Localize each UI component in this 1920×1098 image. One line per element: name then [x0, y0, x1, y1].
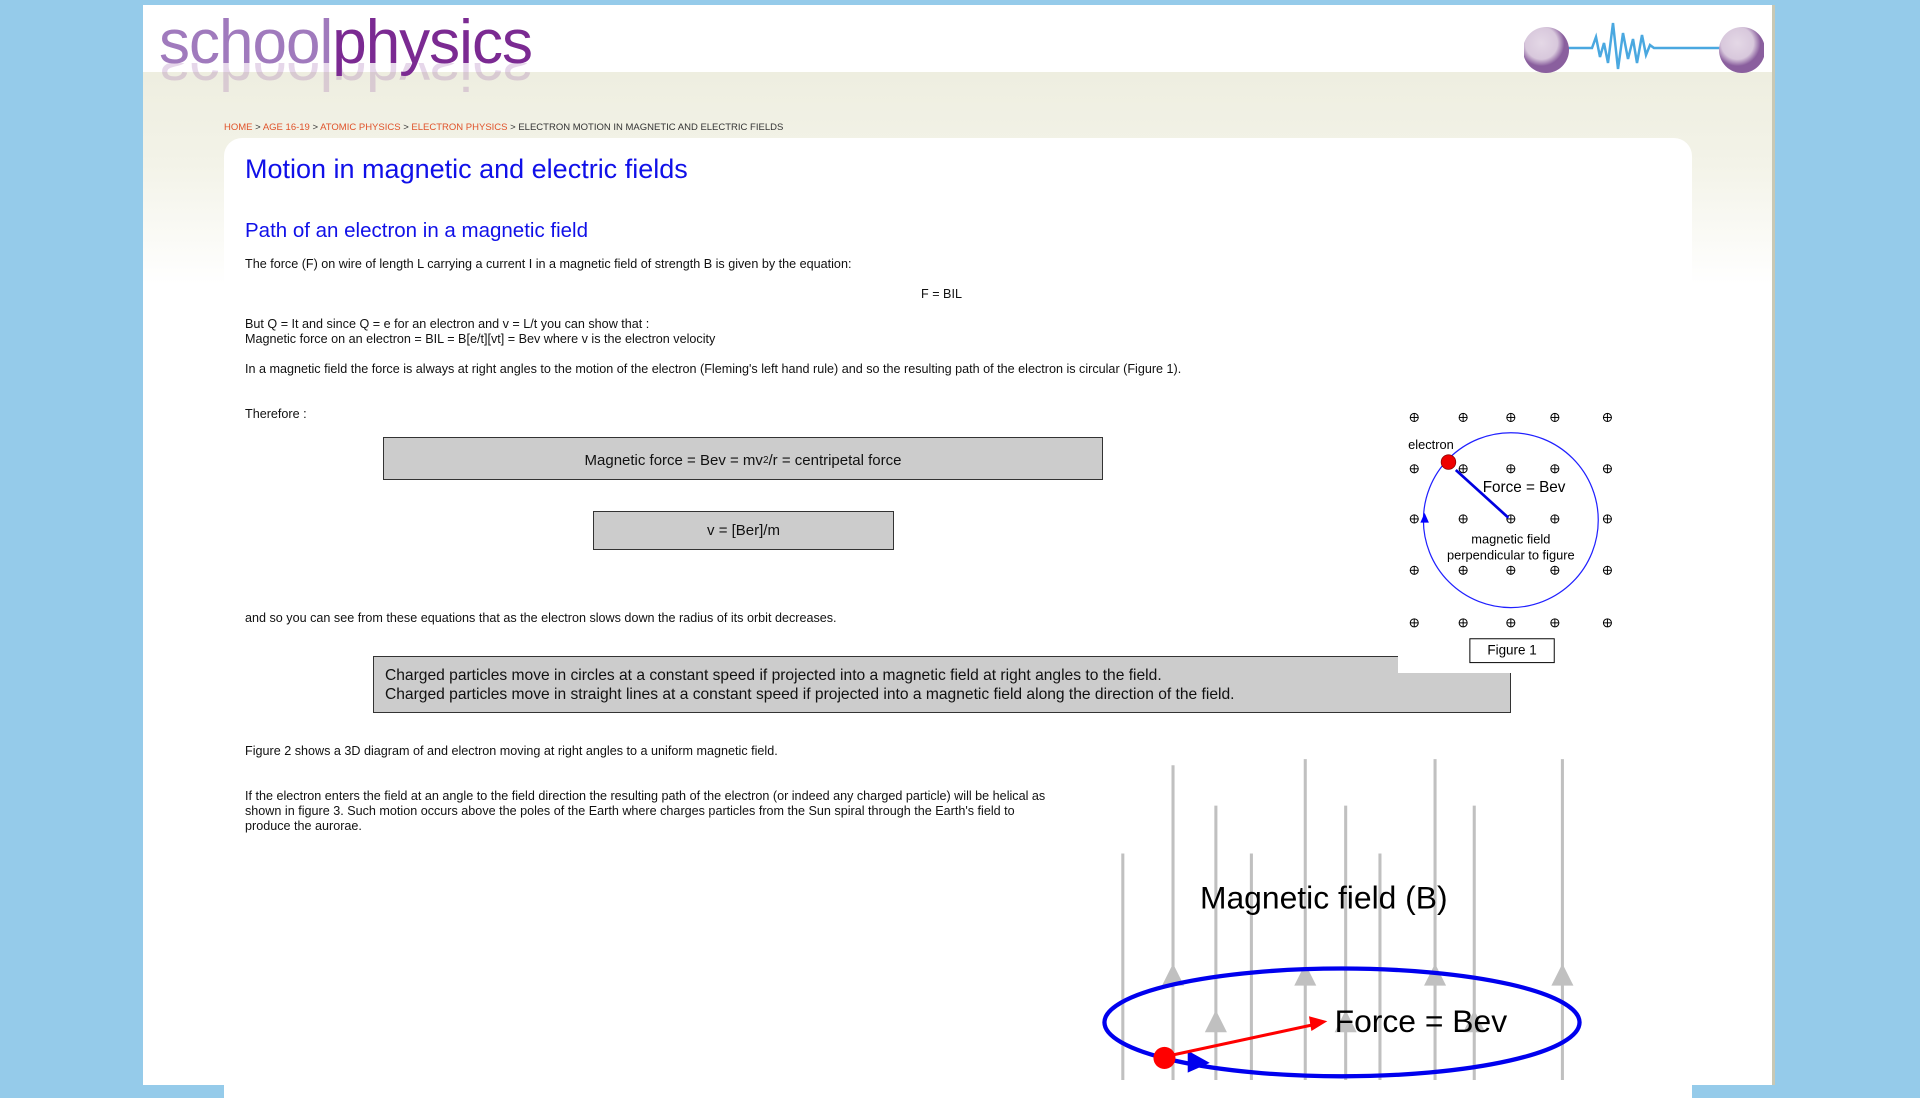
- breadcrumb-atomic[interactable]: ATOMIC PHYSICS: [320, 122, 400, 133]
- eq-text: Magnetic force = Bev = mv: [584, 452, 763, 469]
- logo-reflection-1: school: [159, 63, 333, 102]
- section-title: Path of an electron in a magnetic field: [245, 219, 589, 242]
- logo-reflection: schoolphysics: [159, 63, 532, 107]
- field-cross-icon: [1506, 565, 1516, 575]
- direction-arrow-icon: [1420, 512, 1429, 523]
- paragraph: But Q = It and since Q = e for an electr…: [245, 317, 650, 331]
- field-cross-icon: [1550, 412, 1560, 422]
- field-cross-icon: [1409, 464, 1419, 474]
- electron-label: electron: [1408, 437, 1454, 452]
- field-cross-icon: [1458, 565, 1468, 575]
- field-line: [1162, 765, 1185, 1080]
- figure-1-circular-path: electron Force = Bev magnetic field perp…: [1398, 404, 1631, 673]
- paragraph: The force (F) on wire of length L carryi…: [245, 257, 852, 271]
- electron-dot: [1440, 454, 1457, 470]
- field-cross-icon: [1409, 412, 1419, 422]
- breadcrumb-age[interactable]: AGE 16-19: [263, 122, 310, 133]
- field-cross-icon: [1550, 464, 1560, 474]
- breadcrumb-electron[interactable]: ELECTRON PHYSICS: [411, 122, 507, 133]
- summary-line: Charged particles move in straight lines…: [385, 685, 1235, 703]
- eq-text: /r = centripetal force: [768, 452, 902, 469]
- paragraph: Figure 2 shows a 3D diagram of and elect…: [245, 744, 778, 758]
- figure-3d-magnetic-field: Magnetic field (B) Force = Bev: [1102, 759, 1582, 1080]
- force-label: Force = Bev: [1335, 1003, 1508, 1039]
- field-cross-icon: [1506, 412, 1516, 422]
- field-cross-icon: [1458, 464, 1468, 474]
- breadcrumb-sep: >: [255, 122, 261, 133]
- field-cross-icon: [1550, 618, 1560, 628]
- breadcrumb: HOME > AGE 16-19 > ATOMIC PHYSICS > ELEC…: [224, 122, 783, 133]
- equation-box-force: Magnetic force = Bev = mv 2/r = centripet…: [383, 437, 1103, 480]
- paragraph: If the electron enters the field at an a…: [245, 789, 1046, 833]
- field-cross-icon: [1409, 565, 1419, 575]
- field-cross-icon: [1550, 514, 1560, 524]
- breadcrumb-home[interactable]: HOME: [224, 122, 253, 133]
- field-cross-icon: [1602, 412, 1612, 422]
- field-label: magnetic field: [1471, 531, 1550, 546]
- banner-atoms-wave-icon: [1524, 22, 1764, 73]
- field-line: [1204, 805, 1227, 1080]
- summary-line: Charged particles move in circles at a c…: [385, 667, 1162, 684]
- field-label: Magnetic field (B): [1200, 880, 1448, 916]
- equation-box-velocity: v = [Ber]/m: [593, 511, 894, 550]
- field-cross-icon: [1602, 618, 1612, 628]
- field-line: [1551, 759, 1574, 1080]
- field-cross-icon: [1550, 565, 1560, 575]
- field-cross-icon: [1602, 514, 1612, 524]
- summary-box: Charged particles move in circles at a c…: [373, 656, 1511, 713]
- field-cross-icon: [1458, 514, 1468, 524]
- field-cross-icon: [1506, 464, 1516, 474]
- field-cross-icon: [1458, 412, 1468, 422]
- force-vector: [1164, 1023, 1313, 1059]
- breadcrumb-sep: >: [403, 122, 409, 133]
- field-cross-icon: [1409, 514, 1419, 524]
- field-cross-icon: [1409, 618, 1419, 628]
- field-label: perpendicular to figure: [1447, 547, 1575, 562]
- force-label: Force = Bev: [1483, 479, 1566, 496]
- paragraph: In a magnetic field the force is always …: [245, 362, 1182, 376]
- breadcrumb-sep: >: [312, 122, 319, 133]
- field-cross-icon: [1602, 464, 1612, 474]
- figure-caption: Figure 1: [1487, 643, 1536, 658]
- equation-fbil: F = BIL: [921, 287, 962, 301]
- logo-reflection-2: physics: [332, 63, 532, 102]
- orbit-direction-arrow-icon: [1187, 1050, 1210, 1073]
- electron-dot: [1153, 1046, 1176, 1069]
- page-title: Motion in magnetic and electric fields: [245, 154, 688, 184]
- force-arrowhead-icon: [1308, 1016, 1328, 1031]
- paragraph: Therefore :: [245, 407, 307, 421]
- paragraph: and so you can see from these equations …: [245, 611, 837, 625]
- paragraph: Magnetic force on an electron = BIL = B[…: [245, 332, 716, 346]
- field-line: [1294, 759, 1317, 1080]
- field-cross-icon: [1506, 618, 1516, 628]
- breadcrumb-current: ELECTRON MOTION IN MAGNETIC AND ELECTRIC…: [518, 122, 784, 133]
- field-cross-icon: [1458, 618, 1468, 628]
- breadcrumb-sep: >: [510, 122, 516, 133]
- field-cross-icon: [1602, 565, 1612, 575]
